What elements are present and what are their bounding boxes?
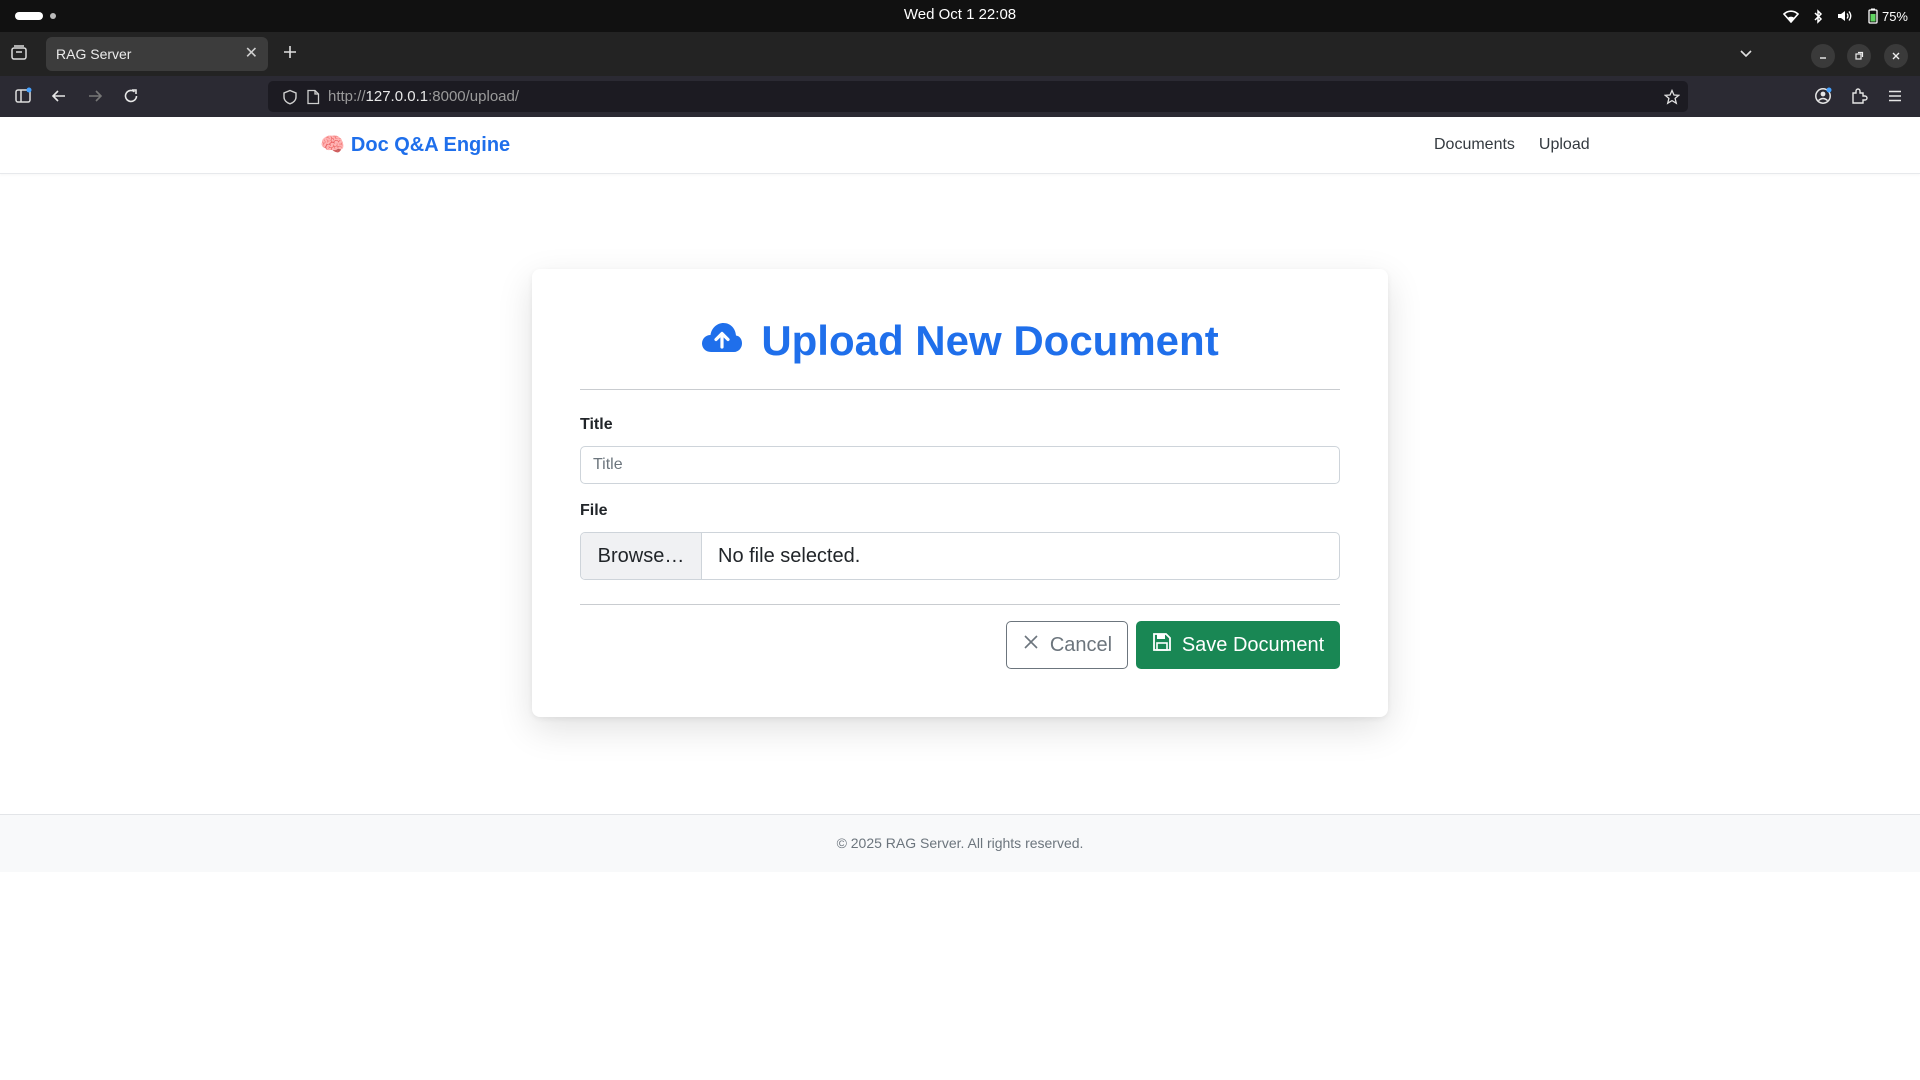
app-navbar: 🧠 Doc Q&A Engine Documents Upload (0, 117, 1920, 174)
url-host: 127.0.0.1 (365, 88, 429, 105)
tab-rag-server[interactable]: RAG Server ✕ (46, 37, 268, 71)
nav-documents-link[interactable]: Documents (1434, 117, 1515, 173)
address-bar[interactable]: http://127.0.0.1:8000/upload/ (268, 81, 1688, 112)
bluetooth-icon (1813, 8, 1823, 24)
floppy-disk-icon (1152, 632, 1172, 658)
menu-icon[interactable] (1886, 87, 1904, 110)
url-scheme: http:// (328, 88, 366, 105)
brain-icon: 🧠 (320, 134, 345, 156)
page: 🧠 Doc Q&A Engine Documents Upload Upload… (0, 117, 1920, 1080)
back-arrow-icon[interactable] (50, 87, 68, 110)
file-status-text: No file selected. (718, 544, 861, 567)
activities-indicator[interactable] (15, 12, 43, 20)
new-tab-icon[interactable] (282, 44, 298, 65)
actions-divider (580, 604, 1340, 605)
battery-icon (1867, 8, 1879, 24)
save-document-button[interactable]: Save Document (1136, 621, 1340, 669)
tabs-overview-icon[interactable] (10, 44, 28, 67)
restore-icon[interactable] (1847, 44, 1871, 68)
minimize-icon[interactable] (1811, 44, 1835, 68)
browse-button[interactable]: Browse… (581, 533, 702, 579)
url-path: :8000/upload/ (428, 88, 520, 105)
battery-percent: 75% (1881, 8, 1908, 24)
tab-title: RAG Server (56, 46, 132, 62)
chevron-down-icon[interactable] (1738, 45, 1754, 66)
title-divider (580, 389, 1340, 390)
workspace-dot (50, 13, 56, 19)
page-title: Upload New Document (580, 313, 1340, 369)
extensions-icon[interactable] (1850, 87, 1868, 110)
system-tray[interactable]: 75% (1782, 0, 1908, 32)
bookmark-star-icon[interactable] (1663, 88, 1681, 110)
brand-name: Doc Q&A Engine (350, 134, 511, 156)
app-nav-links: Documents Upload (1434, 117, 1590, 173)
file-label: File (580, 502, 608, 519)
reload-icon[interactable] (122, 87, 140, 110)
page-footer: © 2025 RAG Server. All rights reserved. (0, 814, 1920, 872)
wifi-icon (1782, 9, 1799, 23)
url-text[interactable]: http://127.0.0.1:8000/upload/ (328, 81, 519, 112)
page-title-text: Upload New Document (761, 317, 1219, 364)
file-input[interactable]: Browse… No file selected. (580, 532, 1340, 580)
title-input[interactable] (580, 446, 1340, 484)
brand-link[interactable]: 🧠 Doc Q&A Engine (320, 117, 510, 173)
os-top-bar: Wed Oct 1 22:08 75% (0, 0, 1920, 32)
cancel-label: Cancel (1049, 633, 1113, 656)
tab-close-icon[interactable]: ✕ (245, 46, 258, 62)
sidebar-icon[interactable] (14, 87, 32, 110)
close-icon (1022, 633, 1040, 657)
cancel-button[interactable]: Cancel (1006, 621, 1128, 669)
page-info-icon[interactable] (306, 89, 320, 110)
title-label: Title (580, 416, 613, 433)
browser-toolbar: http://127.0.0.1:8000/upload/ (0, 76, 1920, 117)
browser-tab-strip: RAG Server ✕ (0, 32, 1920, 76)
upload-card: Upload New Document Title File Browse… N… (532, 269, 1388, 717)
nav-upload-link[interactable]: Upload (1539, 117, 1590, 173)
forward-arrow-icon[interactable] (86, 87, 104, 110)
cloud-upload-icon (701, 317, 743, 365)
save-label: Save Document (1181, 633, 1325, 656)
system-clock[interactable]: Wed Oct 1 22:08 (860, 0, 1060, 32)
battery-status: 75% (1867, 8, 1908, 24)
shield-icon[interactable] (282, 89, 298, 110)
account-icon[interactable] (1814, 87, 1832, 110)
close-window-icon[interactable] (1884, 44, 1908, 68)
volume-icon (1837, 9, 1853, 23)
